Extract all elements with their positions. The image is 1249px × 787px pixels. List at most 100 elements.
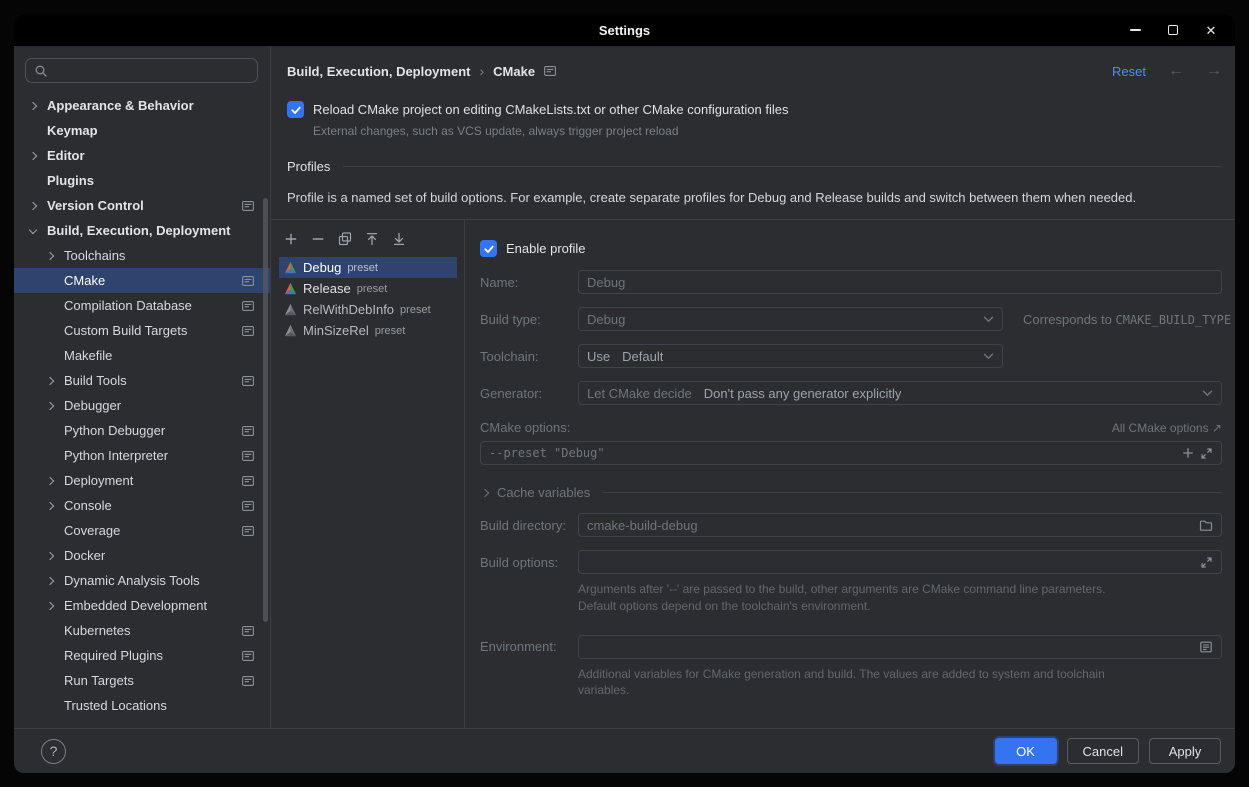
project-settings-icon bbox=[544, 66, 556, 76]
list-icon[interactable] bbox=[1199, 640, 1213, 654]
copy-profile-button[interactable] bbox=[335, 229, 354, 248]
sidebar-item-run-targets[interactable]: Run Targets bbox=[14, 668, 270, 693]
cmake-profile-gray-icon bbox=[284, 324, 297, 337]
sidebar-item-custom-build-targets[interactable]: Custom Build Targets bbox=[14, 318, 270, 343]
sidebar-item-label: Console bbox=[64, 498, 112, 513]
chevron-right-icon[interactable] bbox=[29, 151, 37, 159]
cmake-options-label-row: CMake options: All CMake options ↗ bbox=[480, 420, 1222, 435]
reload-cmake-checkbox[interactable] bbox=[287, 101, 304, 118]
sidebar-item-python-interpreter[interactable]: Python Interpreter bbox=[14, 443, 270, 468]
build-options-field[interactable] bbox=[578, 550, 1222, 574]
move-down-button[interactable] bbox=[389, 229, 408, 248]
reset-link[interactable]: Reset bbox=[1112, 64, 1146, 79]
sidebar-item-label: Dynamic Analysis Tools bbox=[64, 573, 200, 588]
toolchain-select[interactable]: Use Default bbox=[578, 344, 1003, 368]
sidebar-item-label: Embedded Development bbox=[64, 598, 207, 613]
sidebar-item-plugins[interactable]: Plugins bbox=[14, 168, 270, 193]
sidebar-item-coverage[interactable]: Coverage bbox=[14, 518, 270, 543]
forward-arrow-icon[interactable]: → bbox=[1206, 62, 1222, 80]
sidebar-item-label: Build, Execution, Deployment bbox=[47, 223, 230, 238]
profile-item-release[interactable]: Releasepreset bbox=[279, 278, 457, 299]
sidebar-item-console[interactable]: Console bbox=[14, 493, 270, 518]
breadcrumb-item-cmake[interactable]: CMake bbox=[493, 64, 535, 79]
sidebar-item-version-control[interactable]: Version Control bbox=[14, 193, 270, 218]
sidebar-item-debugger[interactable]: Debugger bbox=[14, 393, 270, 418]
environment-field[interactable] bbox=[578, 635, 1222, 659]
add-profile-button[interactable] bbox=[281, 229, 300, 248]
chevron-right-icon[interactable] bbox=[46, 376, 54, 384]
chevron-right-icon[interactable] bbox=[46, 601, 54, 609]
chevron-right-icon[interactable] bbox=[29, 201, 37, 209]
sidebar-item-appearance-behavior[interactable]: Appearance & Behavior bbox=[14, 93, 270, 118]
settings-search-input[interactable] bbox=[25, 58, 258, 83]
sidebar-item-cmake[interactable]: CMake bbox=[14, 268, 270, 293]
sidebar-item-compilation-database[interactable]: Compilation Database bbox=[14, 293, 270, 318]
minimize-button[interactable] bbox=[1127, 22, 1143, 38]
settings-sidebar: Appearance & BehaviorKeymapEditorPlugins… bbox=[14, 46, 271, 728]
enable-profile-checkbox[interactable] bbox=[480, 240, 497, 257]
chevron-right-icon[interactable] bbox=[46, 501, 54, 509]
sidebar-item-build-execution-deployment[interactable]: Build, Execution, Deployment bbox=[14, 218, 270, 243]
name-field[interactable]: Debug bbox=[578, 270, 1222, 294]
sidebar-item-build-tools[interactable]: Build Tools bbox=[14, 368, 270, 393]
back-arrow-icon[interactable]: ← bbox=[1168, 62, 1184, 80]
sidebar-item-kubernetes[interactable]: Kubernetes bbox=[14, 618, 270, 643]
cmake-options-input[interactable]: --preset "Debug" bbox=[480, 441, 1222, 465]
sidebar-item-docker[interactable]: Docker bbox=[14, 543, 270, 568]
build-type-select[interactable]: Debug bbox=[578, 307, 1003, 331]
chevron-right-icon[interactable] bbox=[46, 551, 54, 559]
sidebar-item-label: Python Interpreter bbox=[64, 448, 168, 463]
chevron-slot bbox=[30, 153, 47, 159]
sidebar-item-label: Coverage bbox=[64, 523, 120, 538]
chevron-slot bbox=[47, 503, 64, 509]
reload-cmake-hint: External changes, such as VCS update, al… bbox=[313, 124, 1222, 138]
move-up-button[interactable] bbox=[362, 229, 381, 248]
sidebar-item-required-plugins[interactable]: Required Plugins bbox=[14, 643, 270, 668]
chevron-right-icon[interactable] bbox=[46, 476, 54, 484]
plus-icon bbox=[283, 231, 299, 247]
build-directory-field[interactable]: cmake-build-debug bbox=[578, 513, 1222, 537]
window-body: Appearance & BehaviorKeymapEditorPlugins… bbox=[14, 46, 1235, 728]
chevron-right-icon[interactable] bbox=[29, 101, 37, 109]
project-settings-icon bbox=[242, 326, 254, 336]
chevron-right-icon[interactable] bbox=[46, 576, 54, 584]
arrow-up-icon bbox=[364, 231, 380, 247]
add-icon[interactable] bbox=[1182, 447, 1194, 459]
generator-select[interactable]: Let CMake decide Don't pass any generato… bbox=[578, 381, 1222, 405]
close-button[interactable]: ✕ bbox=[1203, 22, 1219, 38]
maximize-button[interactable] bbox=[1165, 22, 1181, 38]
remove-profile-button[interactable] bbox=[308, 229, 327, 248]
sidebar-item-toolchains[interactable]: Toolchains bbox=[14, 243, 270, 268]
folder-icon[interactable] bbox=[1199, 519, 1213, 532]
chevron-right-icon[interactable] bbox=[46, 401, 54, 409]
sidebar-scrollbar-thumb[interactable] bbox=[263, 198, 268, 622]
sidebar-item-makefile[interactable]: Makefile bbox=[14, 343, 270, 368]
generator-row: Generator: Let CMake decide Don't pass a… bbox=[480, 381, 1222, 405]
chevron-slot bbox=[30, 103, 47, 109]
profile-item-debug[interactable]: Debugpreset bbox=[279, 257, 457, 278]
sidebar-item-label: Debugger bbox=[64, 398, 121, 413]
project-settings-icon bbox=[242, 626, 254, 636]
profile-item-relwithdebinfo[interactable]: RelWithDebInfopreset bbox=[279, 299, 457, 320]
chevron-down-icon[interactable] bbox=[29, 225, 37, 233]
expand-icon[interactable] bbox=[1200, 447, 1213, 460]
expand-icon[interactable] bbox=[1200, 556, 1213, 569]
apply-button[interactable]: Apply bbox=[1149, 738, 1221, 764]
sidebar-item-editor[interactable]: Editor bbox=[14, 143, 270, 168]
ok-button[interactable]: OK bbox=[995, 738, 1057, 764]
sidebar-item-keymap[interactable]: Keymap bbox=[14, 118, 270, 143]
help-button[interactable]: ? bbox=[41, 739, 66, 764]
sidebar-item-trusted-locations[interactable]: Trusted Locations bbox=[14, 693, 270, 718]
cancel-button[interactable]: Cancel bbox=[1067, 738, 1139, 764]
cache-variables-toggle[interactable]: Cache variables bbox=[480, 485, 1222, 500]
titlebar[interactable]: Settings ✕ bbox=[14, 14, 1235, 46]
breadcrumb-item-build-execution-deployment[interactable]: Build, Execution, Deployment bbox=[287, 64, 470, 79]
chevron-right-icon[interactable] bbox=[46, 251, 54, 259]
help-label: ? bbox=[50, 743, 58, 759]
sidebar-item-python-debugger[interactable]: Python Debugger bbox=[14, 418, 270, 443]
sidebar-item-embedded-development[interactable]: Embedded Development bbox=[14, 593, 270, 618]
sidebar-item-dynamic-analysis-tools[interactable]: Dynamic Analysis Tools bbox=[14, 568, 270, 593]
sidebar-item-deployment[interactable]: Deployment bbox=[14, 468, 270, 493]
profile-item-minsizerel[interactable]: MinSizeRelpreset bbox=[279, 320, 457, 341]
all-cmake-options-link[interactable]: All CMake options ↗ bbox=[1112, 421, 1222, 435]
